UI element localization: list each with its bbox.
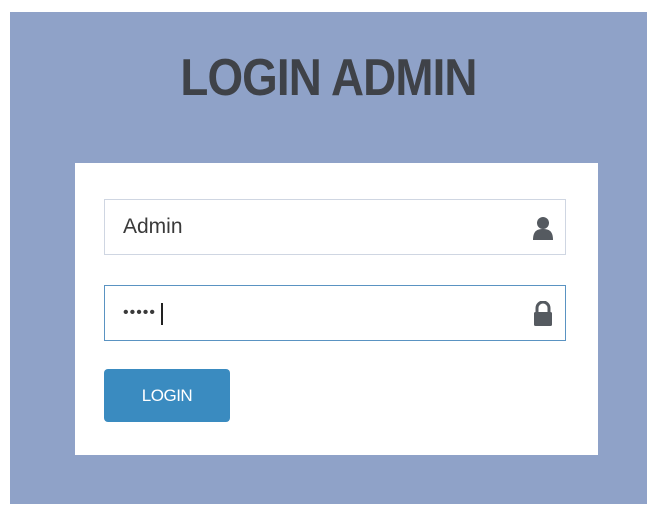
text-cursor [161, 303, 163, 325]
password-field[interactable] [104, 285, 566, 341]
page-title: LOGIN ADMIN [180, 49, 477, 107]
login-page: LOGIN ADMIN LOGIN [10, 12, 647, 504]
lock-icon [531, 300, 555, 327]
username-input[interactable] [105, 200, 565, 254]
login-button[interactable]: LOGIN [104, 369, 230, 422]
username-field[interactable] [104, 199, 566, 255]
password-input[interactable] [105, 286, 565, 340]
user-icon [531, 215, 555, 241]
login-card: LOGIN [75, 163, 598, 455]
